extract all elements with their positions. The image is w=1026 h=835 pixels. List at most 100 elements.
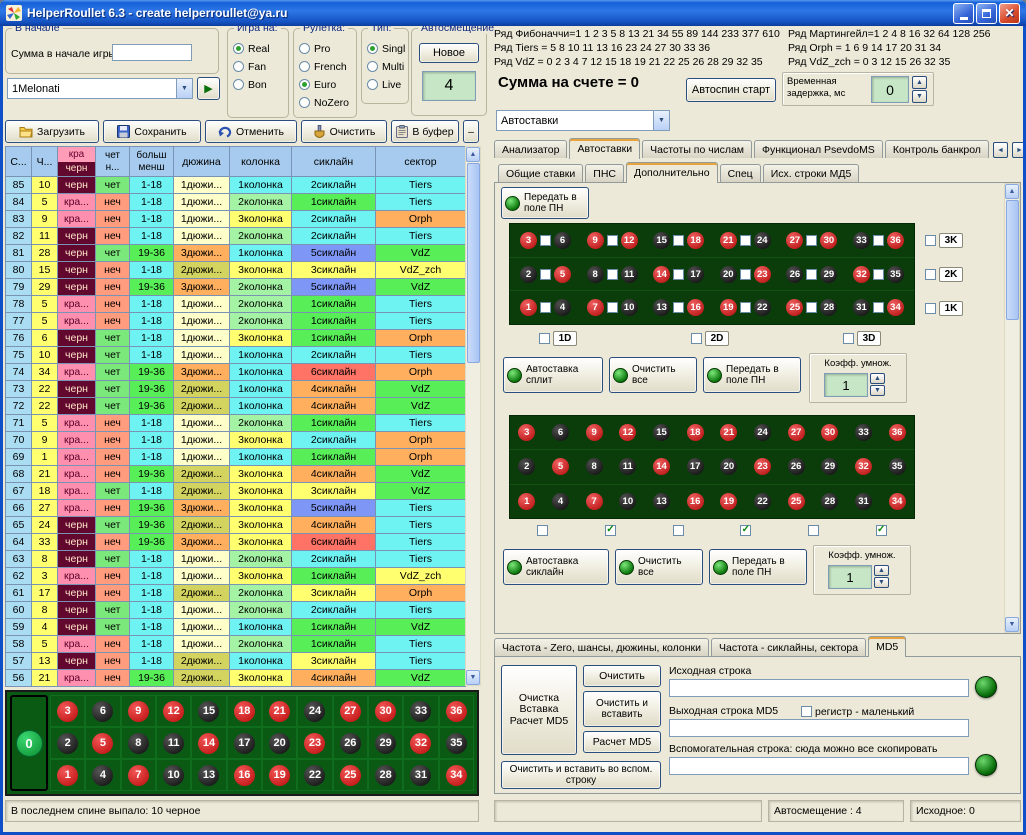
roulette-radio-nozero[interactable]: NoZero [299, 95, 354, 110]
roulette-radio-euro[interactable]: Euro [299, 77, 354, 92]
toolbar-undo-button[interactable]: Отменить [205, 120, 297, 143]
table-row[interactable]: 785кра...неч1-181дюжи...2колонка1сиклайн… [6, 296, 465, 313]
roulette-cell[interactable]: 1 [50, 759, 85, 791]
bet-number-3[interactable]: 3 [520, 232, 537, 249]
roulette-cell[interactable]: 10 [156, 759, 191, 791]
roulette-cell[interactable]: 19 [262, 759, 297, 791]
bet-number-7[interactable]: 7 [586, 493, 603, 510]
roulette-cell[interactable]: 34 [439, 759, 474, 791]
column-header[interactable]: С... [6, 147, 32, 177]
roulette-number-25[interactable]: 25 [340, 765, 361, 786]
bet-number-19[interactable]: 19 [720, 493, 737, 510]
roulette-number-17[interactable]: 17 [234, 733, 255, 754]
title-bar[interactable]: HelperRoullet 6.3 - create helperroullet… [0, 0, 1026, 26]
scroll-up-icon[interactable]: ▲ [1005, 184, 1019, 199]
spin-up-icon[interactable]: ▲ [870, 373, 885, 384]
roulette-number-29[interactable]: 29 [375, 733, 396, 754]
roulette-cell[interactable]: 2 [50, 727, 85, 759]
bet-number-15[interactable]: 15 [653, 424, 670, 441]
bet-number-27[interactable]: 27 [788, 424, 805, 441]
spin-up-icon[interactable]: ▲ [874, 565, 889, 576]
column-header[interactable]: дюжина [174, 147, 230, 177]
bet-number-28[interactable]: 28 [821, 493, 838, 510]
table-row[interactable]: 594чернчет1-181дюжи...1колонка1сиклайнVd… [6, 619, 465, 636]
checkbox-icon[interactable] [843, 333, 854, 344]
bet-number-29[interactable]: 29 [820, 266, 837, 283]
split-checkbox[interactable] [806, 302, 817, 313]
zero-cell[interactable]: 0 [10, 695, 48, 791]
roulette-cell[interactable]: 4 [85, 759, 120, 791]
minimize-button[interactable] [953, 3, 974, 24]
roulette-number-31[interactable]: 31 [410, 765, 431, 786]
bet-number-16[interactable]: 16 [687, 299, 704, 316]
table-row[interactable]: 6117черннеч1-182дюжи...2колонка3сиклайнO… [6, 585, 465, 602]
bet-number-11[interactable]: 11 [621, 266, 638, 283]
sub-tab-1[interactable]: ПНС [585, 164, 624, 182]
checkbox-icon[interactable] [925, 269, 936, 280]
bet-number-6[interactable]: 6 [552, 424, 569, 441]
bet-number-21[interactable]: 21 [720, 232, 737, 249]
bet-number-3[interactable]: 3 [518, 424, 535, 441]
sub-tab-0[interactable]: Общие ставки [498, 164, 583, 182]
roulette-number-26[interactable]: 26 [340, 733, 361, 754]
table-row[interactable]: 715кра...неч1-181дюжи...2колонка1сиклайн… [6, 415, 465, 432]
bet-number-26[interactable]: 26 [788, 458, 805, 475]
spin-down-icon[interactable]: ▼ [870, 385, 885, 396]
table-row[interactable]: 8128чернчет19-363дюжи...1колонка5сиклайн… [6, 245, 465, 262]
bet-number-18[interactable]: 18 [687, 424, 704, 441]
roulette-cell[interactable]: 11 [156, 727, 191, 759]
table-row[interactable]: 585кра...неч1-181дюжи...2колонка1сиклайн… [6, 636, 465, 653]
table-row[interactable]: 6821кра...неч19-362дюжи...3колонка4сикла… [6, 466, 465, 483]
table-row[interactable]: 5713черннеч1-182дюжи...1колонка3сиклайнT… [6, 653, 465, 670]
chevron-down-icon[interactable]: ▼ [176, 79, 192, 98]
new-button[interactable]: Новое [419, 43, 479, 63]
column-header[interactable]: сиклайн [292, 147, 376, 177]
roulette-number-6[interactable]: 6 [92, 701, 113, 722]
roulette-cell[interactable]: 25 [333, 759, 368, 791]
roulette-cell[interactable]: 31 [403, 759, 438, 791]
roulette-number-4[interactable]: 4 [92, 765, 113, 786]
bet-number-30[interactable]: 30 [821, 424, 838, 441]
split-checkbox[interactable] [540, 269, 551, 280]
clear-all-split-button[interactable]: Очистить все [609, 357, 697, 393]
maximize-button[interactable] [976, 3, 997, 24]
toolbar-clear-button[interactable]: Очистить [301, 120, 387, 143]
bet-number-24[interactable]: 24 [754, 424, 771, 441]
roulette-number-30[interactable]: 30 [375, 701, 396, 722]
roulette-cell[interactable]: 36 [439, 695, 474, 727]
column-header[interactable]: сектор [376, 147, 466, 177]
md5-calc-button[interactable]: Расчет MD5 [583, 731, 661, 753]
roulette-radio-french[interactable]: French [299, 59, 354, 74]
bet-number-33[interactable]: 33 [853, 232, 870, 249]
roulette-cell[interactable]: 27 [333, 695, 368, 727]
roulette-number-28[interactable]: 28 [375, 765, 396, 786]
split-checkbox[interactable] [607, 235, 618, 246]
roulette-cell[interactable]: 8 [121, 727, 156, 759]
bet-number-1[interactable]: 1 [520, 299, 537, 316]
table-row[interactable]: 608чернчет1-181дюжи...2колонка2сиклайнTi… [6, 602, 465, 619]
split-checkbox[interactable] [673, 302, 684, 313]
sixline-checkbox-5[interactable] [808, 525, 819, 536]
table-row[interactable]: 5621кра...неч19-362дюжи...3колонка4сикла… [6, 670, 465, 687]
preset-combo[interactable]: 1Melonati ▼ [7, 78, 193, 99]
table-scrollbar[interactable]: ▲ ▼ [465, 146, 481, 686]
bet-number-12[interactable]: 12 [621, 232, 638, 249]
roulette-cell[interactable]: 28 [368, 759, 403, 791]
bet-number-30[interactable]: 30 [820, 232, 837, 249]
bet-number-17[interactable]: 17 [687, 266, 704, 283]
bet-number-36[interactable]: 36 [887, 232, 904, 249]
frequency-tab-1[interactable]: Частота - сиклайны, сектора [711, 638, 866, 656]
bet-number-34[interactable]: 34 [889, 493, 906, 510]
start-sum-input[interactable] [112, 44, 192, 61]
roulette-number-16[interactable]: 16 [234, 765, 255, 786]
bet-number-22[interactable]: 22 [754, 299, 771, 316]
table-row[interactable]: 8510чернчет1-181дюжи...1колонка2сиклайнT… [6, 177, 465, 194]
roulette-cell[interactable]: 32 [403, 727, 438, 759]
scroll-down-icon[interactable]: ▼ [1005, 617, 1019, 632]
bet-number-20[interactable]: 20 [720, 458, 737, 475]
md5-master-button[interactable]: Очистка Вставка Расчет MD5 [501, 665, 577, 755]
register-checkbox[interactable]: регистр - маленький [801, 704, 914, 719]
roulette-number-27[interactable]: 27 [340, 701, 361, 722]
table-row[interactable]: 7510чернчет1-181дюжи...1колонка2сиклайнT… [6, 347, 465, 364]
roulette-radio-pro[interactable]: Pro [299, 41, 354, 56]
